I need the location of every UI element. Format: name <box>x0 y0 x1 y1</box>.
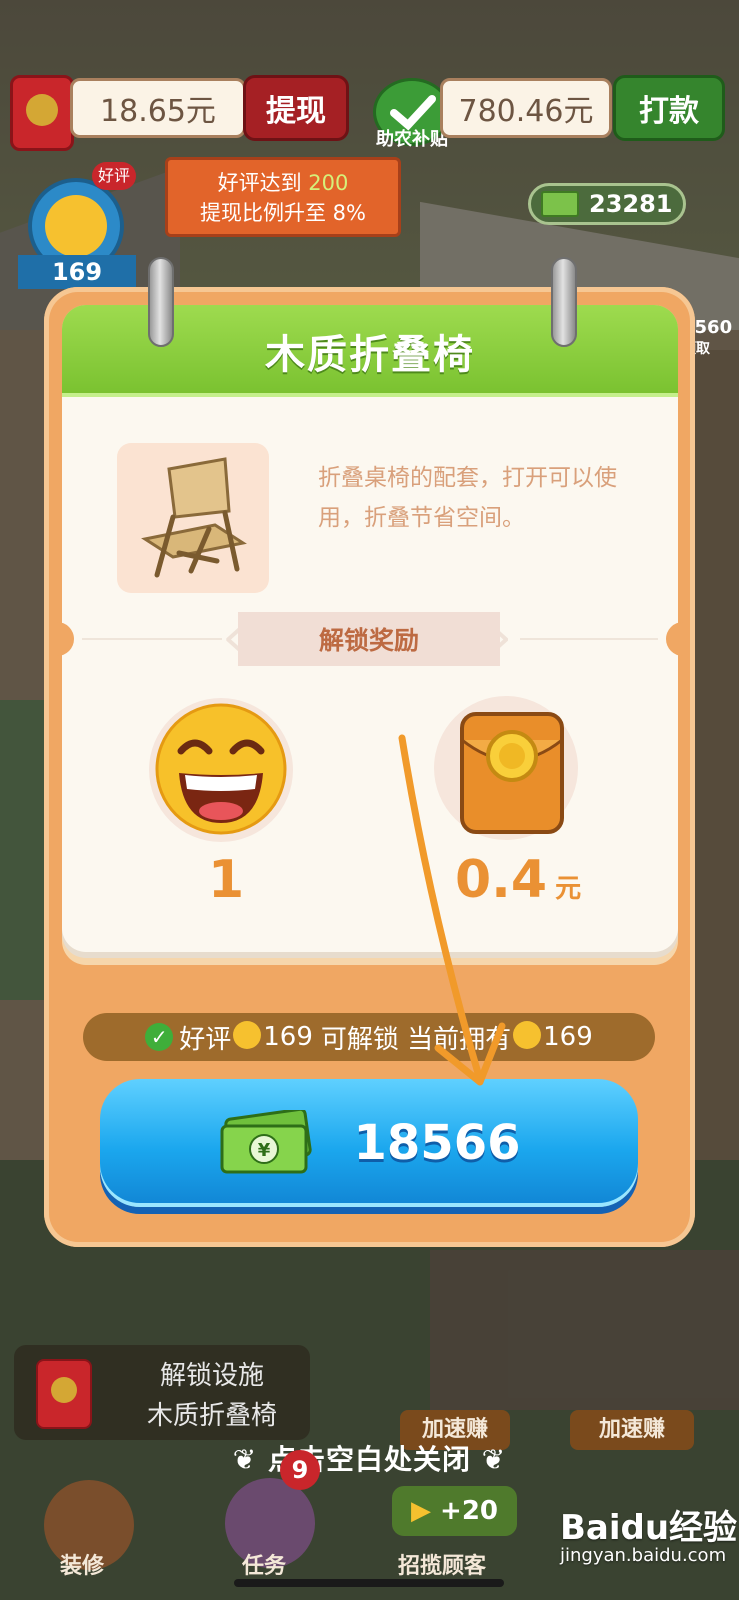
folding-chair-icon <box>141 457 247 578</box>
reward-rating-value: 1 <box>208 850 245 910</box>
unlock-panel-item: 木质折叠椅 <box>146 1401 277 1431</box>
binder-ring-right <box>551 257 577 347</box>
tasks-label: 任务 <box>242 1554 287 1579</box>
tooltip-line1-prefix: 好评达到 <box>217 171 302 195</box>
baidu-watermark: Baidu经验 jingyan.baidu.com <box>560 1500 737 1566</box>
tooltip-line1-value: 200 <box>308 171 349 195</box>
unlock-condition-bar: ✓ 好评 169 可解锁 当前拥有 169 <box>83 1013 655 1061</box>
check-icon: ✓ <box>145 1023 174 1051</box>
buy-price: 18566 <box>353 1115 521 1171</box>
cash-amount: 18.65元 <box>100 94 216 129</box>
cash-balance: 18.65元 <box>70 78 246 138</box>
divider-right <box>520 638 658 640</box>
pay-label: 打款 <box>639 94 699 129</box>
recruit-bonus: +20 <box>440 1496 499 1526</box>
play-icon: ▶ <box>410 1496 431 1526</box>
item-description: 折叠桌椅的配套，打开可以使用，折叠节省空间。 <box>318 465 617 531</box>
subsidy-balance: 780.46元 <box>440 78 612 138</box>
unlock-panel-title: 解锁设施 <box>159 1361 264 1391</box>
recruit-button[interactable]: ▶ +20 <box>392 1486 517 1536</box>
reward-cash-unit: 元 <box>555 874 582 904</box>
rating-value: 169 <box>51 258 103 286</box>
home-indicator[interactable] <box>234 1579 504 1587</box>
red-envelope-icon[interactable] <box>10 75 74 151</box>
item-thumbnail <box>117 443 269 593</box>
banknote-icon <box>541 191 579 217</box>
reward-header: 解锁奖励 <box>238 612 500 666</box>
banknote-count: 23281 <box>589 190 673 218</box>
modal-title: 木质折叠椅 <box>265 332 475 378</box>
guide-arrow-icon <box>398 734 506 1086</box>
close-hint[interactable]: ❦ 点击空白处关闭 ❦ <box>0 1438 739 1478</box>
rating-badge: 好评 <box>92 162 136 190</box>
rating-value-ribbon: 169 <box>18 255 136 289</box>
watermark-brand: Baidu经验 <box>560 1508 738 1548</box>
condition-prefix: 好评 <box>179 1024 232 1055</box>
watermark-site: jingyan.baidu.com <box>560 1545 727 1566</box>
divider-left <box>82 638 222 640</box>
tasks-badge-count: 9 <box>291 1456 309 1484</box>
recruit-label: 招揽顾客 <box>398 1554 487 1579</box>
leaf-left-icon: ❦ <box>232 1443 268 1476</box>
red-envelope-icon-small <box>36 1359 92 1429</box>
banknote-counter: 23281 <box>528 183 686 225</box>
binder-ring-left <box>148 257 174 347</box>
withdraw-button[interactable]: 提现 <box>243 75 349 141</box>
condition-owned: 169 <box>543 1022 593 1052</box>
rating-tooltip: 好评达到 200 提现比例升至 8% <box>165 157 401 237</box>
smile-icon <box>233 1021 262 1049</box>
tooltip-line2: 提现比例升至 8% <box>200 201 366 225</box>
svg-text:¥: ¥ <box>257 1140 270 1161</box>
buy-button[interactable]: ¥ 18566 <box>100 1079 638 1207</box>
leaf-right-icon: ❦ <box>471 1443 507 1476</box>
withdraw-label: 提现 <box>266 94 326 129</box>
subsidy-amount: 780.46元 <box>458 94 594 129</box>
decorate-label: 装修 <box>60 1554 105 1579</box>
condition-required: 169 <box>263 1022 313 1052</box>
tasks-badge: 9 <box>280 1450 320 1490</box>
laughing-face-icon <box>155 703 287 835</box>
reward-header-label: 解锁奖励 <box>318 626 419 655</box>
pay-button[interactable]: 打款 <box>613 75 725 141</box>
banknote-stack-icon: ¥ <box>220 1110 312 1174</box>
unlock-facility-panel[interactable]: 解锁设施 木质折叠椅 <box>14 1345 310 1440</box>
